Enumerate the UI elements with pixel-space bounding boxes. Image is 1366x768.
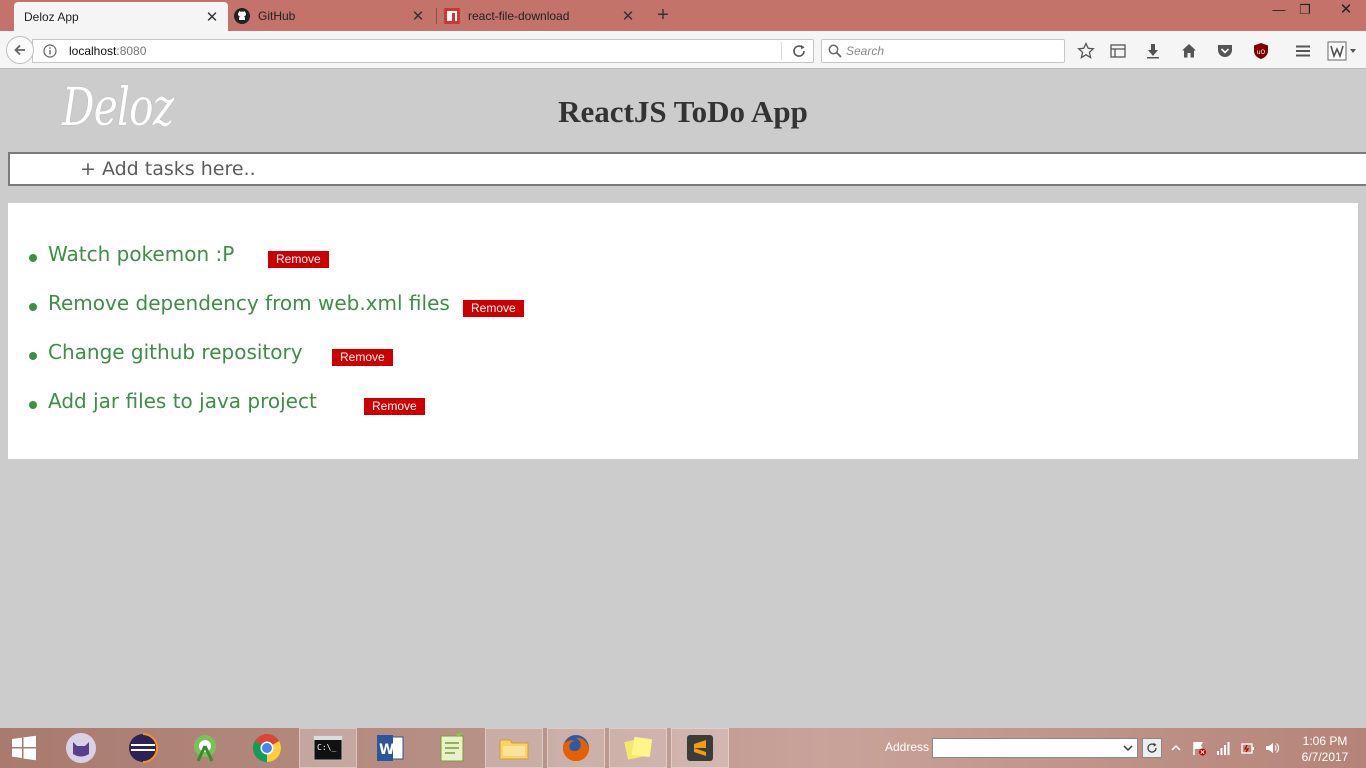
bullet-icon bbox=[29, 254, 37, 262]
windows-taskbar: C:\_ W Address 1:06 PM 6/7/2017 bbox=[0, 728, 1366, 768]
network-signal-icon[interactable] bbox=[1216, 740, 1232, 756]
task-item: Change github repository Remove bbox=[8, 340, 1358, 390]
task-text: Change github repository bbox=[48, 340, 303, 364]
task-text: Add jar files to java project bbox=[48, 389, 317, 413]
hamburger-menu-icon[interactable] bbox=[1293, 41, 1313, 61]
taskbar-address-label: Address bbox=[885, 740, 930, 754]
reload-icon[interactable] bbox=[791, 43, 807, 64]
search-icon bbox=[828, 44, 842, 63]
notepad-plus-icon[interactable] bbox=[423, 728, 481, 768]
remove-task-button[interactable]: Remove bbox=[364, 398, 425, 415]
site-info-icon[interactable] bbox=[43, 44, 57, 63]
tab-close-icon[interactable]: ✕ bbox=[202, 8, 222, 26]
taskbar-address-input[interactable] bbox=[932, 738, 1138, 758]
svg-text:uO: uO bbox=[1257, 49, 1266, 56]
url-text[interactable]: localhost:8080 bbox=[69, 44, 146, 58]
volume-speaker-icon[interactable] bbox=[1264, 740, 1280, 756]
tab-title: Deloz App bbox=[24, 9, 79, 24]
task-item: Watch pokemon :P Remove bbox=[8, 242, 1358, 292]
url-divider bbox=[781, 42, 782, 60]
chrome-icon[interactable] bbox=[238, 728, 296, 768]
bullet-icon bbox=[29, 352, 37, 360]
tab-title: react-file-download bbox=[468, 8, 570, 23]
task-item: Remove dependency from web.xml files Rem… bbox=[8, 291, 1358, 341]
eclipse-icon[interactable] bbox=[114, 728, 172, 768]
action-center-flag-icon[interactable] bbox=[1191, 740, 1207, 756]
command-prompt-icon[interactable]: C:\_ bbox=[299, 728, 357, 768]
tab-react-file-download[interactable]: react-file-download ✕ bbox=[440, 0, 644, 31]
remove-task-button[interactable]: Remove bbox=[463, 300, 524, 317]
task-text: Remove dependency from web.xml files bbox=[48, 291, 450, 315]
page-content: Deloz ReactJS ToDo App Watch pokemon :P … bbox=[0, 70, 1366, 728]
address-go-refresh-icon[interactable] bbox=[1142, 738, 1162, 758]
add-task-input[interactable] bbox=[8, 152, 1366, 186]
clock-time: 1:06 PM bbox=[1302, 734, 1348, 748]
windows-start-button[interactable] bbox=[8, 734, 40, 762]
close-window-icon[interactable]: ✕ bbox=[1326, 0, 1366, 22]
cat-app-icon[interactable] bbox=[52, 728, 110, 768]
restore-window-icon[interactable]: ❐ bbox=[1288, 0, 1322, 22]
tab-deloz-app[interactable]: Deloz App ✕ bbox=[14, 2, 228, 31]
firefox-icon[interactable] bbox=[547, 728, 605, 768]
back-button[interactable] bbox=[6, 36, 34, 64]
browser-nav-bar: localhost:8080 uO bbox=[0, 31, 1366, 69]
npm-icon bbox=[444, 7, 460, 24]
power-battery-icon[interactable] bbox=[1240, 740, 1256, 756]
url-host: localhost bbox=[69, 44, 117, 58]
tab-close-icon[interactable]: ✕ bbox=[618, 7, 638, 25]
task-item: Add jar files to java project Remove bbox=[8, 389, 1358, 439]
pocket-icon[interactable] bbox=[1215, 41, 1235, 61]
reading-list-icon[interactable] bbox=[1108, 41, 1128, 61]
tray-expand-chevron-up-icon[interactable] bbox=[1168, 740, 1184, 756]
search-input[interactable] bbox=[846, 41, 1056, 61]
url-port: :8080 bbox=[116, 44, 147, 58]
tab-title: GitHub bbox=[258, 8, 296, 23]
url-bar[interactable]: localhost:8080 bbox=[32, 39, 814, 63]
remove-task-button[interactable]: Remove bbox=[332, 349, 393, 366]
task-list: Watch pokemon :P Remove Remove dependenc… bbox=[8, 203, 1358, 459]
browser-tab-strip: Deloz App ✕ GitHub ✕ react-file-download… bbox=[0, 0, 1366, 31]
tab-github[interactable]: GitHub ✕ bbox=[230, 0, 434, 31]
remove-task-button[interactable]: Remove bbox=[268, 251, 329, 268]
sublime-text-icon[interactable] bbox=[671, 728, 729, 768]
windows-logo-icon bbox=[12, 735, 36, 761]
bookmark-star-icon[interactable] bbox=[1076, 41, 1096, 61]
back-arrow-icon bbox=[14, 44, 25, 56]
new-tab-plus-icon[interactable]: + bbox=[652, 4, 674, 26]
tab-close-icon[interactable]: ✕ bbox=[408, 7, 428, 25]
sticky-notes-icon[interactable] bbox=[609, 728, 667, 768]
task-text: Watch pokemon :P bbox=[48, 242, 235, 266]
bullet-icon bbox=[29, 303, 37, 311]
clock-date: 6/7/2017 bbox=[1301, 750, 1349, 764]
github-icon bbox=[234, 7, 250, 24]
word-icon[interactable]: W bbox=[361, 728, 419, 768]
android-studio-icon[interactable] bbox=[176, 728, 234, 768]
home-icon[interactable] bbox=[1179, 41, 1199, 61]
search-bar[interactable] bbox=[821, 39, 1065, 63]
taskbar-clock[interactable]: 1:06 PM 6/7/2017 bbox=[1290, 733, 1360, 765]
ublock-origin-icon[interactable]: uO bbox=[1251, 41, 1271, 61]
bullet-icon bbox=[29, 401, 37, 409]
svg-text:C:\_: C:\_ bbox=[317, 743, 336, 752]
downloads-arrow-icon[interactable] bbox=[1143, 41, 1163, 61]
tab-separator bbox=[436, 8, 437, 24]
page-title: ReactJS ToDo App bbox=[558, 94, 808, 129]
extension-dropdown-icon[interactable] bbox=[1327, 41, 1357, 61]
svg-text:W: W bbox=[379, 742, 394, 758]
chevron-down-icon[interactable] bbox=[1120, 740, 1136, 756]
file-explorer-icon[interactable] bbox=[485, 728, 543, 768]
